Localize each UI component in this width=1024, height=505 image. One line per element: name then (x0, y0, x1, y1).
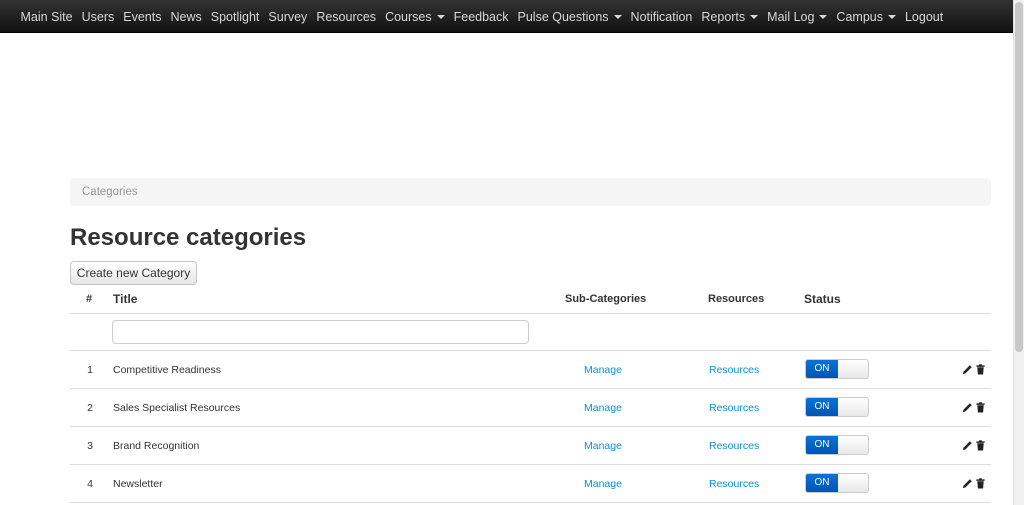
top-navbar: Main Site Users Events News Spotlight Su… (0, 0, 1013, 33)
manage-subcategories-link[interactable]: Manage (584, 427, 622, 465)
resources-link[interactable]: Resources (709, 427, 759, 465)
breadcrumb-current: Categories (82, 186, 138, 198)
row-number: 3 (87, 440, 93, 452)
trash-icon[interactable] (975, 478, 986, 489)
trash-icon[interactable] (975, 402, 986, 413)
status-toggle-knob (838, 398, 868, 416)
nav-menu: Main Site Users Events News Spotlight Su… (16, 0, 948, 33)
trash-icon[interactable] (975, 440, 986, 451)
table-row: 1 Competitive Readiness Manage Resources… (0, 351, 1013, 389)
row-title: Sales Specialist Resources (113, 402, 241, 414)
page-title: Resource categories (70, 224, 307, 251)
row-number: 4 (87, 478, 93, 490)
page-scrollbar[interactable] (1013, 0, 1024, 505)
caret-down-icon (613, 15, 622, 19)
resources-link[interactable]: Resources (709, 389, 759, 427)
status-toggle-on-label: ON (806, 398, 838, 416)
scrollbar-thumb[interactable] (1015, 2, 1023, 352)
nav-item-reports[interactable]: Reports (697, 10, 763, 24)
nav-item-feedback[interactable]: Feedback (449, 10, 513, 24)
nav-item-campus[interactable]: Campus (832, 10, 901, 24)
nav-item-notification[interactable]: Notification (626, 10, 697, 24)
title-filter-input[interactable] (112, 320, 529, 344)
row-divider (70, 502, 991, 503)
caret-down-icon (887, 15, 896, 19)
column-header-resources: Resources (708, 293, 765, 305)
nav-item-news[interactable]: News (166, 10, 206, 24)
pencil-icon[interactable] (962, 440, 973, 451)
status-toggle[interactable]: ON (805, 359, 869, 379)
nav-item-users[interactable]: Users (77, 10, 119, 24)
row-title: Competitive Readiness (113, 364, 221, 376)
trash-icon[interactable] (975, 364, 986, 375)
nav-item-events[interactable]: Events (119, 10, 166, 24)
resources-link[interactable]: Resources (709, 465, 759, 503)
column-header-status[interactable]: Status (804, 292, 841, 306)
table-row: 4 Newsletter Manage Resources ON (0, 465, 1013, 503)
nav-item-mail-log[interactable]: Mail Log (763, 10, 832, 24)
status-toggle-on-label: ON (806, 474, 838, 492)
row-number: 1 (87, 364, 93, 376)
status-toggle-knob (838, 360, 868, 378)
table-row: 2 Sales Specialist Resources Manage Reso… (0, 389, 1013, 427)
status-toggle-knob (838, 474, 868, 492)
status-toggle-on-label: ON (806, 360, 838, 378)
pencil-icon[interactable] (962, 402, 973, 413)
nav-item-courses[interactable]: Courses (381, 10, 450, 24)
nav-item-logout[interactable]: Logout (900, 10, 947, 24)
create-category-button[interactable]: Create new Category (70, 261, 197, 285)
column-header-number: # (86, 293, 93, 305)
caret-down-icon (750, 15, 759, 19)
row-title: Brand Recognition (113, 440, 200, 452)
header-divider (70, 313, 991, 314)
caret-down-icon (819, 15, 828, 19)
status-toggle[interactable]: ON (805, 397, 869, 417)
nav-item-survey[interactable]: Survey (264, 10, 312, 24)
status-toggle[interactable]: ON (805, 473, 869, 493)
caret-down-icon (436, 15, 445, 19)
nav-item-pulse-questions[interactable]: Pulse Questions (513, 10, 626, 24)
status-toggle[interactable]: ON (805, 435, 869, 455)
row-number: 2 (87, 402, 93, 414)
column-header-subcategories: Sub-Categories (565, 293, 647, 305)
manage-subcategories-link[interactable]: Manage (584, 465, 622, 503)
nav-item-main-site[interactable]: Main Site (16, 10, 77, 24)
table-row: 3 Brand Recognition Manage Resources ON (0, 427, 1013, 465)
manage-subcategories-link[interactable]: Manage (584, 389, 622, 427)
nav-item-spotlight[interactable]: Spotlight (206, 10, 264, 24)
manage-subcategories-link[interactable]: Manage (584, 351, 622, 389)
pencil-icon[interactable] (962, 364, 973, 375)
nav-item-resources[interactable]: Resources (312, 10, 381, 24)
status-toggle-on-label: ON (806, 436, 838, 454)
breadcrumb: Categories (70, 178, 991, 206)
row-title: Newsletter (113, 478, 163, 490)
resources-link[interactable]: Resources (709, 351, 759, 389)
pencil-icon[interactable] (962, 478, 973, 489)
column-header-title[interactable]: Title (113, 292, 137, 306)
status-toggle-knob (838, 436, 868, 454)
